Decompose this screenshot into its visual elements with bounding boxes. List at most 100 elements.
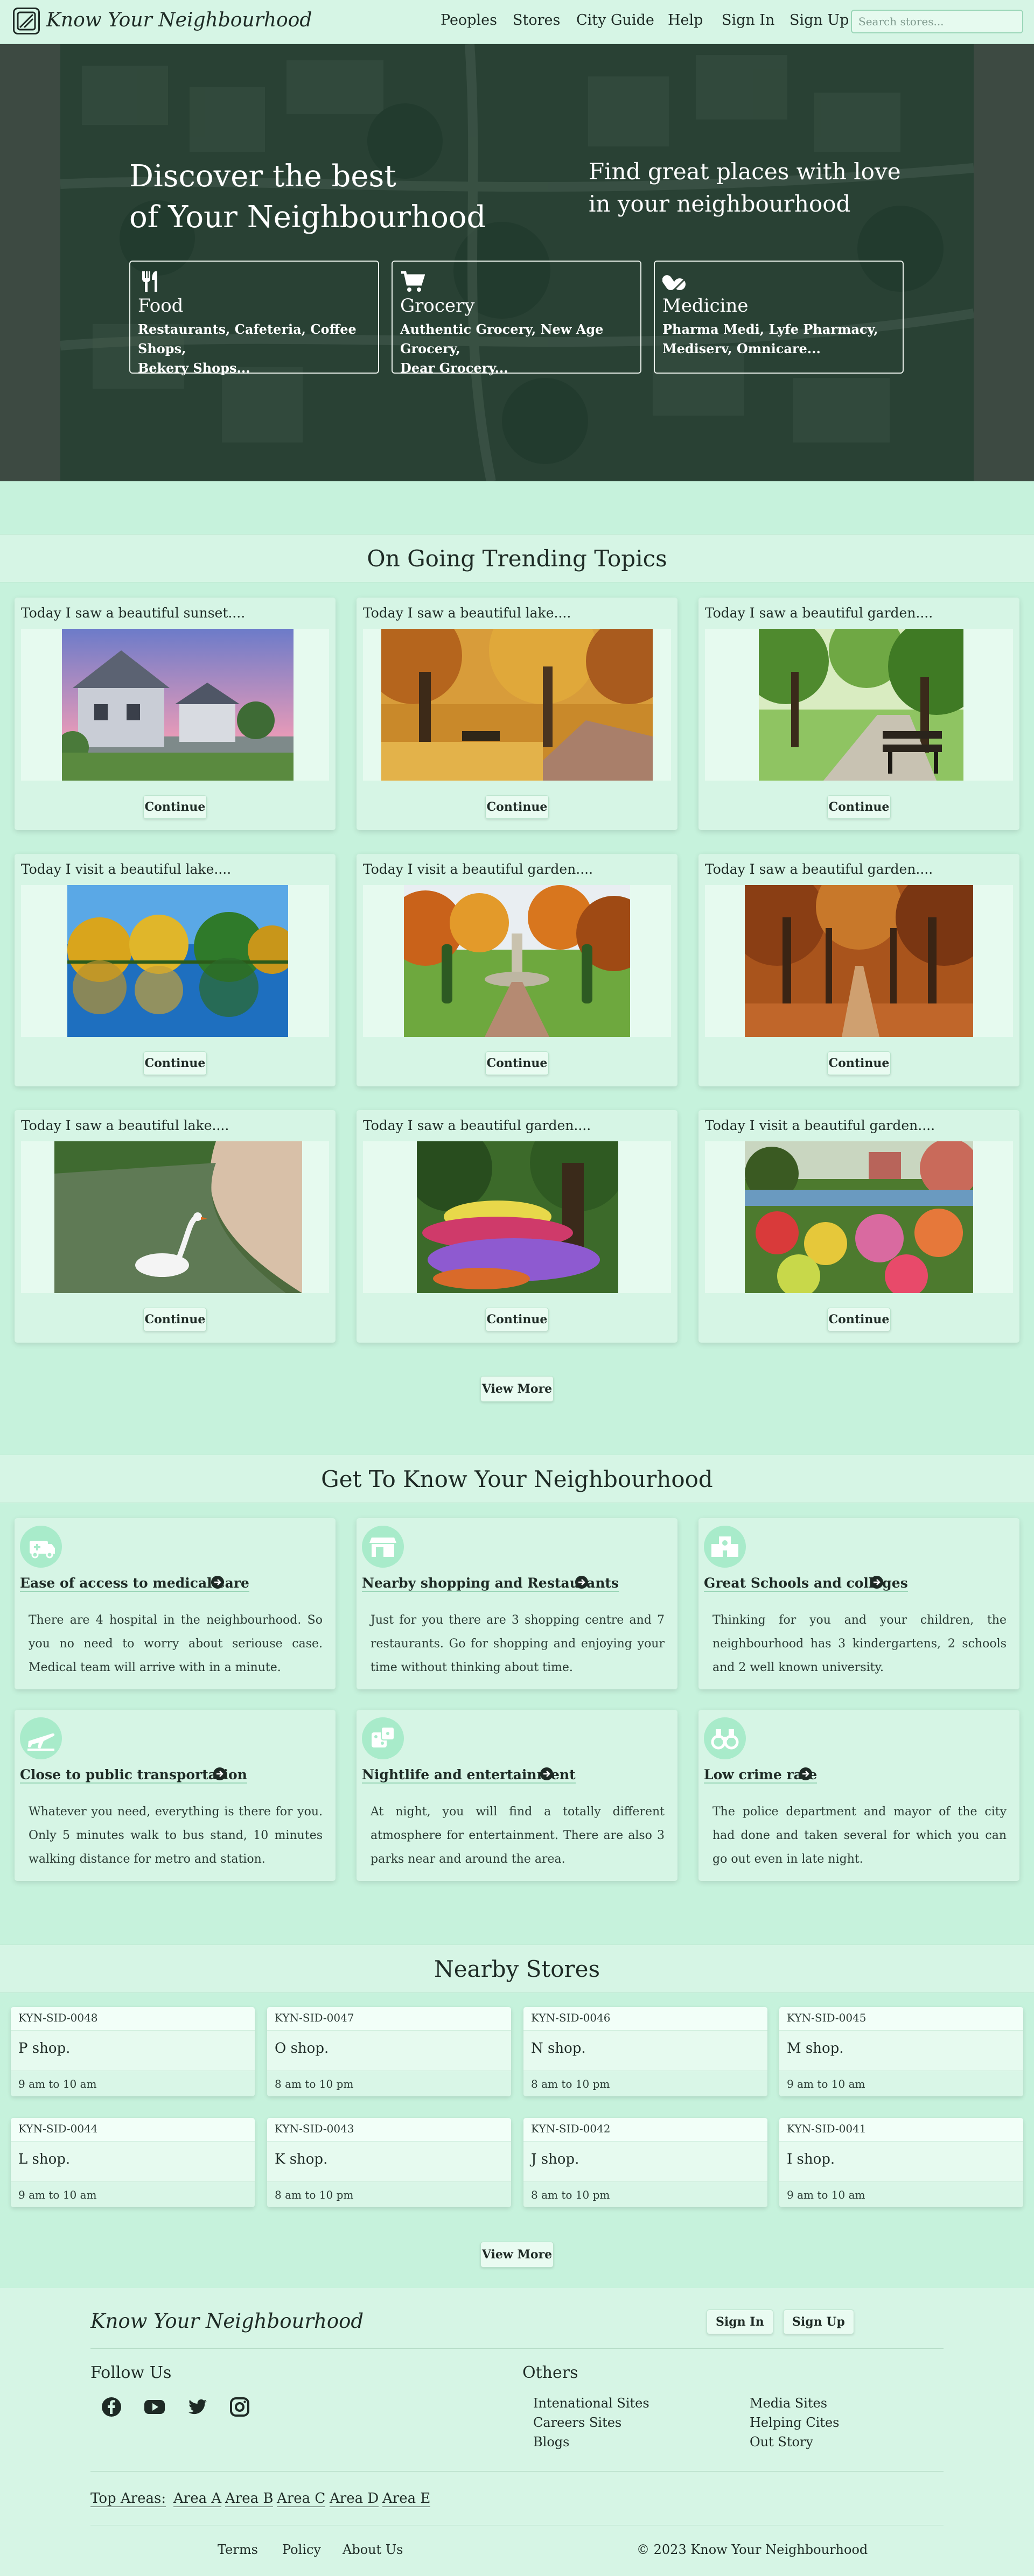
continue-button[interactable]: Continue: [827, 1051, 891, 1075]
footer-link[interactable]: Media Sites: [750, 2396, 827, 2411]
brand-name[interactable]: Know Your Neighbourhood: [46, 9, 312, 31]
store-card[interactable]: KYN-SID-0045 M shop. 9 am to 10 am: [779, 2007, 1023, 2096]
continue-button[interactable]: Continue: [143, 795, 207, 819]
twitter-icon[interactable]: [186, 2396, 209, 2418]
continue-button[interactable]: Continue: [485, 1051, 549, 1075]
footer-link[interactable]: Blogs: [533, 2434, 569, 2449]
footer-link[interactable]: Careers Sites: [533, 2415, 621, 2430]
footer: Know Your Neighbourhood Sign In Sign Up …: [0, 2288, 1034, 2576]
trending-image-autumn-park-path[interactable]: [363, 629, 671, 781]
features-title: Get To Know Your Neighbourhood: [321, 1466, 713, 1492]
trending-image-lake-reflection[interactable]: [21, 885, 329, 1037]
nav-link-stores[interactable]: Stores: [513, 12, 560, 29]
trending-image-flower-garden[interactable]: [363, 1141, 671, 1293]
continue-button[interactable]: Continue: [143, 1051, 207, 1075]
feature-card-transport: Close to public transportation Whatever …: [15, 1710, 336, 1881]
stores-view-more-button[interactable]: View More: [480, 2242, 554, 2268]
nav-link-help[interactable]: Help: [668, 12, 703, 29]
top-navbar: Know Your Neighbourhood Peoples Stores C…: [0, 0, 1034, 44]
hero-tagline-line2: in your neighbourhood: [589, 191, 851, 217]
hero-card-medicine[interactable]: Medicine Pharma Medi, Lyfe Pharmacy, Med…: [654, 261, 904, 374]
store-card[interactable]: KYN-SID-0047 O shop. 8 am to 10 pm: [267, 2007, 511, 2096]
trending-image-garden-fountain[interactable]: [363, 885, 671, 1037]
store-card[interactable]: KYN-SID-0041 I shop. 9 am to 10 am: [779, 2118, 1023, 2207]
store-card[interactable]: KYN-SID-0043 K shop. 8 am to 10 pm: [267, 2118, 511, 2207]
continue-button[interactable]: Continue: [827, 1308, 891, 1331]
store-hours: 8 am to 10 pm: [523, 2181, 767, 2207]
feature-card-nightlife: Nightlife and entertainment At night, yo…: [357, 1710, 677, 1881]
store-name: I shop.: [787, 2151, 835, 2167]
trending-view-more-button[interactable]: View More: [480, 1376, 554, 1402]
nav-link-sign-in[interactable]: Sign In: [722, 12, 774, 29]
footer-link[interactable]: Out Story: [750, 2434, 813, 2449]
policy-link[interactable]: Policy: [282, 2542, 321, 2557]
facebook-icon[interactable]: [100, 2396, 123, 2418]
store-card[interactable]: KYN-SID-0046 N shop. 8 am to 10 pm: [523, 2007, 767, 2096]
store-name: O shop.: [275, 2040, 329, 2056]
footer-link[interactable]: Intenational Sites: [533, 2396, 649, 2411]
trending-image-houses-at-sunset[interactable]: [21, 629, 329, 781]
footer-brand[interactable]: Know Your Neighbourhood: [90, 2310, 364, 2333]
logo-icon[interactable]: [13, 8, 40, 34]
trending-image-park-bench[interactable]: [705, 629, 1013, 781]
footer-sign-in-button[interactable]: Sign In: [707, 2310, 773, 2334]
arrow-right-circle-icon[interactable]: [870, 1575, 884, 1589]
trending-card: Today I visit a beautiful lake.... Conti…: [15, 854, 336, 1086]
trending-card: Today I saw a beautiful lake.... Continu…: [15, 1110, 336, 1343]
continue-button[interactable]: Continue: [485, 795, 549, 819]
area-link[interactable]: Area A: [173, 2490, 222, 2507]
nav-link-peoples[interactable]: Peoples: [441, 12, 497, 29]
area-link[interactable]: Area B: [225, 2490, 274, 2507]
trending-caption: Today I saw a beautiful garden....: [363, 1118, 591, 1133]
store-hours: 9 am to 10 am: [779, 2070, 1023, 2096]
footer-sign-up-button[interactable]: Sign Up: [783, 2310, 854, 2334]
store-name: J shop.: [531, 2151, 579, 2167]
youtube-icon[interactable]: [143, 2396, 166, 2418]
hero-card-desc-line1: Authentic Grocery, New Age Grocery,: [400, 321, 604, 356]
store-name: N shop.: [531, 2040, 586, 2056]
trending-card: Today I saw a beautiful garden.... Conti…: [357, 1110, 677, 1343]
trending-caption: Today I saw a beautiful sunset....: [21, 605, 246, 621]
hero-headline-line1: Discover the best: [129, 159, 396, 194]
store-card[interactable]: KYN-SID-0044 L shop. 9 am to 10 am: [11, 2118, 255, 2207]
hero-card-food[interactable]: Food Restaurants, Cafeteria, Coffee Shop…: [129, 261, 379, 376]
store-id: KYN-SID-0044: [11, 2118, 255, 2142]
hero-card-desc-line2: Dear Grocery...: [400, 360, 508, 376]
nav-link-city-guide[interactable]: City Guide: [576, 12, 654, 29]
store-id: KYN-SID-0048: [11, 2007, 255, 2031]
arrow-right-circle-icon[interactable]: [211, 1575, 225, 1589]
store-card[interactable]: KYN-SID-0042 J shop. 8 am to 10 pm: [523, 2118, 767, 2207]
trending-card: Today I saw a beautiful garden.... Conti…: [698, 854, 1019, 1086]
hero-card-grocery[interactable]: Grocery Authentic Grocery, New Age Groce…: [392, 261, 641, 376]
footer-link[interactable]: Helping Cites: [750, 2415, 840, 2430]
store-hours: 8 am to 10 pm: [523, 2070, 767, 2096]
hero-card-desc-line1: Restaurants, Cafeteria, Coffee Shops,: [138, 321, 357, 356]
store-icon: [362, 1526, 404, 1568]
area-link[interactable]: Area E: [382, 2490, 431, 2507]
terms-link[interactable]: Terms: [218, 2542, 258, 2557]
area-link[interactable]: Area C: [277, 2490, 326, 2507]
continue-button[interactable]: Continue: [485, 1308, 549, 1331]
nav-link-sign-up[interactable]: Sign Up: [790, 12, 849, 29]
continue-button[interactable]: Continue: [827, 795, 891, 819]
area-link[interactable]: Area D: [330, 2490, 379, 2507]
trending-image-autumn-avenue[interactable]: [705, 885, 1013, 1037]
arrow-right-circle-icon[interactable]: [540, 1767, 554, 1781]
arrow-right-circle-icon[interactable]: [799, 1767, 813, 1781]
trending-card: Today I saw a beautiful lake.... Continu…: [357, 598, 677, 830]
arrow-right-circle-icon[interactable]: [213, 1767, 227, 1781]
arrow-right-circle-icon[interactable]: [575, 1575, 589, 1589]
about-us-link[interactable]: About Us: [343, 2542, 403, 2557]
instagram-icon[interactable]: [228, 2396, 251, 2418]
dice-icon: [362, 1717, 404, 1759]
search-input[interactable]: [851, 10, 1023, 33]
trending-image-flower-beds[interactable]: [705, 1141, 1013, 1293]
store-card[interactable]: KYN-SID-0048 P shop. 9 am to 10 am: [11, 2007, 255, 2096]
utensils-icon: [138, 269, 163, 294]
trending-image-swan-pond[interactable]: [21, 1141, 329, 1293]
stores-title: Nearby Stores: [434, 1956, 600, 1982]
hero-card-title: Food: [138, 295, 184, 317]
feature-text: Just for you there are 3 shopping centre…: [371, 1613, 665, 1674]
hero-card-title: Grocery: [400, 295, 475, 317]
continue-button[interactable]: Continue: [143, 1308, 207, 1331]
